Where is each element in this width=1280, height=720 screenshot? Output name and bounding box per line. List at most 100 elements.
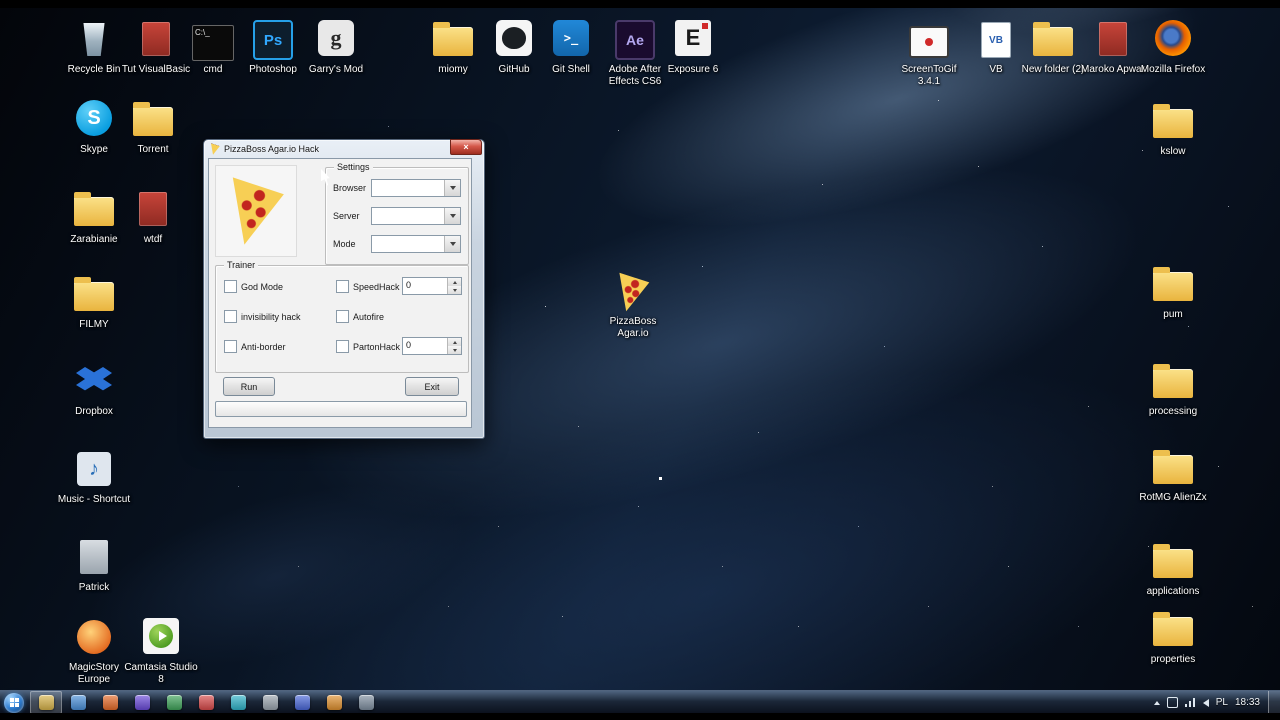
magicstory-icon: [77, 620, 111, 654]
desktop-icon-pizzaboss-agar-io[interactable]: PizzaBoss Agar.io: [594, 270, 672, 339]
desktop-icon-applications[interactable]: applications: [1134, 540, 1212, 598]
taskbar-pinned-app-5[interactable]: [158, 691, 190, 714]
window-titlebar[interactable]: PizzaBoss Agar.io Hack ×: [208, 139, 482, 158]
taskbar-pinned-app-1[interactable]: [30, 691, 62, 714]
checkbox-icon[interactable]: [336, 280, 349, 293]
pizza-picture-box: [215, 165, 297, 257]
god-mode-checkbox[interactable]: God Mode: [224, 280, 283, 293]
desktop-icon-label: Photoshop: [249, 64, 297, 75]
chevron-down-icon[interactable]: [444, 180, 460, 196]
desktop-icon-torrent[interactable]: Torrent: [114, 98, 192, 156]
mode-dropdown[interactable]: [371, 235, 461, 253]
pizza-image-icon: [232, 177, 284, 245]
desktop-icon-label: processing: [1148, 406, 1198, 417]
github-icon: [496, 20, 532, 56]
folder-icon: [1153, 364, 1193, 398]
volume-icon[interactable]: [1202, 698, 1209, 707]
desktop-icon-image: [553, 18, 589, 62]
folder-icon: [1153, 544, 1193, 578]
desktop-icon-processing[interactable]: processing: [1134, 360, 1212, 418]
system-tray: PL 18:33: [1153, 691, 1264, 714]
partonhack-spinner[interactable]: 0: [402, 337, 462, 355]
desktop-icon-label: miomy: [438, 64, 468, 75]
taskbar-pinned-app-7[interactable]: [222, 691, 254, 714]
desktop-icon-pum[interactable]: pum: [1134, 263, 1212, 321]
desktop-icon-filmy[interactable]: FILMY: [55, 273, 133, 331]
chevron-down-icon[interactable]: [444, 236, 460, 252]
show-desktop-button[interactable]: [1268, 691, 1280, 714]
taskbar-pinned-app-4[interactable]: [126, 691, 158, 714]
desktop-icon-image: [76, 360, 112, 404]
spinner-up-icon[interactable]: [448, 338, 461, 346]
speedhack-checkbox[interactable]: SpeedHack: [336, 280, 400, 293]
desktop-icon-label: applications: [1146, 586, 1200, 597]
photoshop-icon: [253, 20, 293, 60]
tray-expand-icon[interactable]: [1153, 700, 1160, 705]
desktop-icon-image: [1099, 18, 1127, 62]
checkbox-icon[interactable]: [336, 340, 349, 353]
speedhack-spinner[interactable]: 0: [402, 277, 462, 295]
desktop-icon-music-shortcut[interactable]: Music - Shortcut: [55, 448, 133, 506]
taskbar-pinned-app-9[interactable]: [286, 691, 318, 714]
exit-button[interactable]: Exit: [405, 377, 459, 396]
network-icon[interactable]: [1184, 698, 1196, 707]
desktop-icon-label: Torrent: [137, 144, 169, 155]
taskbar-pinned-app-11[interactable]: [350, 691, 382, 714]
server-dropdown[interactable]: [371, 207, 461, 225]
screentogif-icon: [909, 26, 949, 58]
desktop-icon-image: [77, 448, 111, 492]
desktop-icon-rotmg-alienzx[interactable]: RotMG AlienZx: [1134, 446, 1212, 504]
desktop-icon-image: [675, 18, 711, 62]
desktop-icon-camtasia-studio-8[interactable]: Camtasia Studio 8: [122, 616, 200, 685]
desktop-icon-kslow[interactable]: kslow: [1134, 100, 1212, 158]
desktop-icon-label: Mozilla Firefox: [1140, 64, 1206, 75]
desktop-icon-dropbox[interactable]: Dropbox: [55, 360, 133, 418]
browser-dropdown[interactable]: [371, 179, 461, 197]
letterbox-top: [0, 0, 1280, 8]
clock[interactable]: 18:33: [1235, 697, 1260, 708]
spinner-up-icon[interactable]: [448, 278, 461, 286]
desktop-icon-label: Camtasia Studio 8: [124, 662, 198, 685]
anti-border-checkbox[interactable]: Anti-border: [224, 340, 286, 353]
folder-icon: [433, 22, 473, 56]
taskbar-pinned-app-3[interactable]: [94, 691, 126, 714]
recycle-bin-icon: [83, 23, 105, 56]
desktop-icon-image: [909, 18, 949, 62]
taskbar-pinned-app-2[interactable]: [62, 691, 94, 714]
partonhack-checkbox[interactable]: PartonHack: [336, 340, 400, 353]
autofire-checkbox[interactable]: Autofire: [336, 310, 384, 323]
chevron-down-icon[interactable]: [444, 208, 460, 224]
desktop-icon-wtdf[interactable]: wtdf: [114, 188, 192, 246]
taskbar-pinned: [30, 691, 382, 714]
settings-group: Settings Browser Server Mode: [325, 162, 469, 265]
taskbar-pinned-app-10[interactable]: [318, 691, 350, 714]
run-button[interactable]: Run: [223, 377, 275, 396]
close-button[interactable]: ×: [450, 139, 482, 155]
spinner-down-icon[interactable]: [448, 286, 461, 294]
desktop-icon-image: [80, 536, 108, 580]
desktop-icon-garry-s-mod[interactable]: Garry's Mod: [297, 18, 375, 76]
checkbox-icon[interactable]: [336, 310, 349, 323]
invisibility-hack-checkbox[interactable]: invisibility hack: [224, 310, 301, 323]
desktop-icon-label: Skype: [80, 144, 108, 155]
music-icon: [77, 452, 111, 486]
taskbar-pinned-app-6[interactable]: [190, 691, 222, 714]
desktop-icon-image: [1153, 608, 1193, 652]
desktop-icon-patrick[interactable]: Patrick: [55, 536, 133, 594]
checkbox-icon[interactable]: [224, 280, 237, 293]
checkbox-icon[interactable]: [224, 310, 237, 323]
desktop-icon-properties[interactable]: properties: [1134, 608, 1212, 666]
start-button[interactable]: [4, 692, 24, 713]
desktop-icon-exposure-6[interactable]: Exposure 6: [654, 18, 732, 76]
desktop-icon-image: [433, 18, 473, 62]
language-indicator[interactable]: PL: [1216, 697, 1228, 708]
pinned-app-5-icon: [166, 695, 182, 710]
action-center-icon[interactable]: [1166, 697, 1178, 708]
desktop-icon-mozilla-firefox[interactable]: Mozilla Firefox: [1134, 18, 1212, 76]
checkbox-icon[interactable]: [224, 340, 237, 353]
desktop-icon-image: [318, 18, 354, 62]
taskbar-pinned-app-8[interactable]: [254, 691, 286, 714]
desktop-icon-label: Exposure 6: [667, 64, 719, 75]
spinner-down-icon[interactable]: [448, 346, 461, 354]
pinned-app-8-icon: [262, 695, 278, 710]
